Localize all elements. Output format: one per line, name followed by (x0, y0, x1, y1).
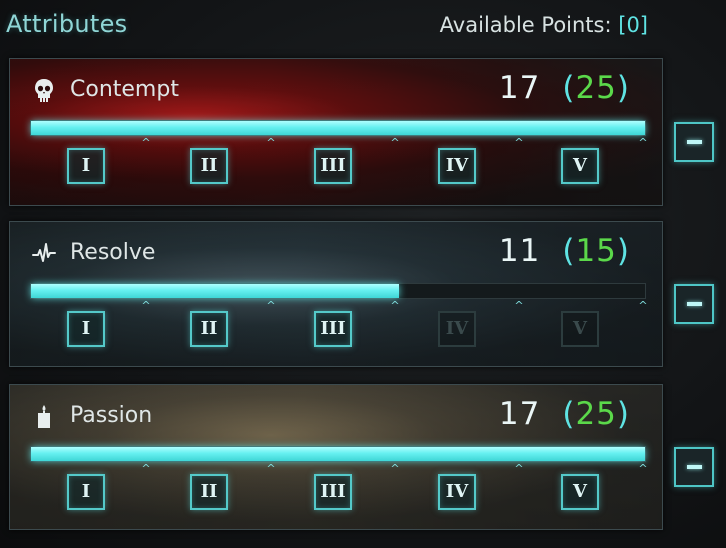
rank-button-4[interactable]: IV (438, 474, 476, 510)
decrease-contempt-button[interactable] (674, 122, 714, 162)
attribute-name: Contempt (70, 77, 179, 102)
rank-button-3[interactable]: III (314, 311, 352, 347)
attribute-score: 17 (25) (498, 396, 630, 432)
minus-icon (687, 465, 702, 469)
rank-button-1[interactable]: I (67, 474, 105, 510)
rank-button-2[interactable]: II (190, 148, 228, 184)
attribute-panel-resolve: Resolve 11 (15) ^ ^ ^ ^ ^ I II III IV V (9, 221, 663, 367)
attribute-score: 17 (25) (498, 70, 630, 106)
rank-threshold-marker: ^ (514, 136, 524, 149)
rank-threshold-marker: ^ (266, 136, 276, 149)
available-points-value: [0] (618, 13, 648, 37)
rank-threshold-marker: ^ (514, 462, 524, 475)
attribute-panel-passion: Passion 17 (25) ^ ^ ^ ^ ^ I II III IV V (9, 384, 663, 530)
attribute-score: 11 (15) (498, 233, 630, 269)
rank-button-2[interactable]: II (190, 474, 228, 510)
rank-button-1[interactable]: I (67, 311, 105, 347)
available-points-label: Available Points: (439, 13, 612, 37)
decrease-resolve-button[interactable] (674, 284, 714, 324)
rank-threshold-marker: ^ (638, 462, 648, 475)
page-title: Attributes (6, 10, 128, 38)
attribute-progress-fill (31, 121, 645, 135)
rank-threshold-marker: ^ (390, 462, 400, 475)
rank-threshold-marker: ^ (141, 462, 151, 475)
rank-button-2[interactable]: II (190, 311, 228, 347)
rank-button-3[interactable]: III (314, 474, 352, 510)
rank-threshold-marker: ^ (638, 136, 648, 149)
attribute-max-value: 25 (575, 396, 617, 432)
rank-button-1[interactable]: I (67, 148, 105, 184)
attribute-progress-bar (30, 446, 646, 462)
rank-threshold-marker: ^ (638, 299, 648, 312)
attribute-max-value: 25 (575, 70, 617, 106)
rank-button-3[interactable]: III (314, 148, 352, 184)
attributes-header: Attributes Available Points: [0] (0, 0, 726, 52)
rank-button-5[interactable]: V (561, 148, 599, 184)
heartbeat-icon (32, 243, 56, 262)
minus-icon (687, 302, 702, 306)
available-points: Available Points: [0] (440, 13, 648, 37)
attribute-current-value: 17 (498, 70, 541, 106)
rank-threshold-marker: ^ (141, 299, 151, 312)
rank-threshold-marker: ^ (514, 299, 524, 312)
attribute-panel-contempt: Contempt 17 (25) ^ ^ ^ ^ ^ I II III IV V (9, 58, 663, 206)
attribute-progress-fill (31, 447, 645, 461)
decrease-passion-button[interactable] (674, 447, 714, 487)
rank-threshold-marker: ^ (390, 136, 400, 149)
attribute-progress-fill (31, 284, 400, 298)
attribute-name: Resolve (70, 240, 156, 265)
skull-icon (35, 79, 53, 102)
rank-button-5[interactable]: V (561, 311, 599, 347)
candle-icon (38, 405, 50, 428)
attribute-progress-bar (30, 283, 646, 299)
rank-threshold-marker: ^ (266, 299, 276, 312)
rank-button-4[interactable]: IV (438, 311, 476, 347)
rank-button-4[interactable]: IV (438, 148, 476, 184)
rank-threshold-marker: ^ (390, 299, 400, 312)
attribute-current-value: 11 (498, 233, 541, 269)
rank-button-5[interactable]: V (561, 474, 599, 510)
attribute-current-value: 17 (498, 396, 541, 432)
attribute-progress-bar (30, 120, 646, 136)
rank-threshold-marker: ^ (266, 462, 276, 475)
rank-threshold-marker: ^ (141, 136, 151, 149)
attribute-max-value: 15 (575, 233, 617, 269)
attribute-name: Passion (70, 403, 153, 428)
minus-icon (687, 140, 702, 144)
